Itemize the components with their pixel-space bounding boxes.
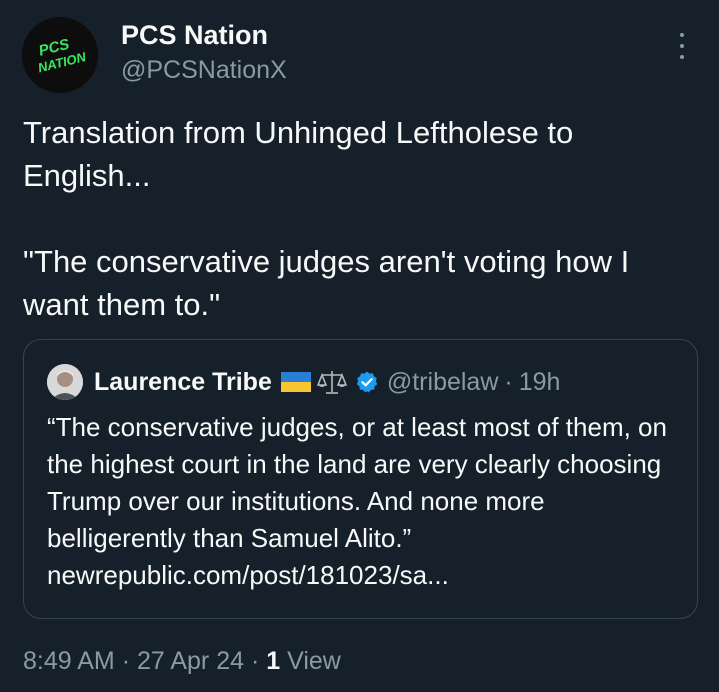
quoted-header: Laurence Tribe @tribelaw · 19h	[94, 366, 560, 398]
quoted-display-name: Laurence Tribe	[94, 367, 272, 396]
tweet-date[interactable]: 27 Apr 24	[137, 647, 244, 675]
verified-badge-icon	[356, 371, 378, 393]
tweet-footer: 8:49 AM · 27 Apr 24 · 1 View	[23, 645, 341, 677]
quoted-separator: ·	[504, 367, 513, 396]
author-avatar[interactable]: PCS NATION	[22, 17, 98, 93]
tweet: PCS NATION PCS Nation @PCSNationX Transl…	[0, 0, 719, 692]
scales-icon	[316, 371, 347, 394]
quoted-text: “The conservative judges, or at least mo…	[47, 412, 667, 590]
views-count: 1	[266, 647, 281, 675]
more-dot	[680, 44, 684, 48]
avatar-logo: PCS NATION	[22, 17, 98, 93]
more-options-icon[interactable]	[670, 33, 694, 59]
author-handle[interactable]: @PCSNationX	[121, 55, 287, 85]
quoted-author-avatar	[47, 364, 83, 400]
ukraine-flag-icon	[280, 372, 311, 392]
more-dot	[680, 33, 684, 37]
tweet-time[interactable]: 8:49 AM	[23, 647, 115, 675]
quoted-handle: @tribelaw	[386, 367, 499, 396]
quoted-timestamp: 19h	[518, 367, 561, 396]
author-display-name[interactable]: PCS Nation	[121, 19, 268, 51]
tweet-text: Translation from Unhinged Leftholese to …	[23, 115, 630, 322]
quoted-tweet[interactable]: Laurence Tribe @tribelaw · 19h “The cons…	[23, 339, 698, 619]
footer-separator: ·	[121, 647, 131, 675]
more-dot	[680, 55, 684, 59]
footer-separator: ·	[250, 647, 260, 675]
views-label: View	[287, 647, 341, 675]
